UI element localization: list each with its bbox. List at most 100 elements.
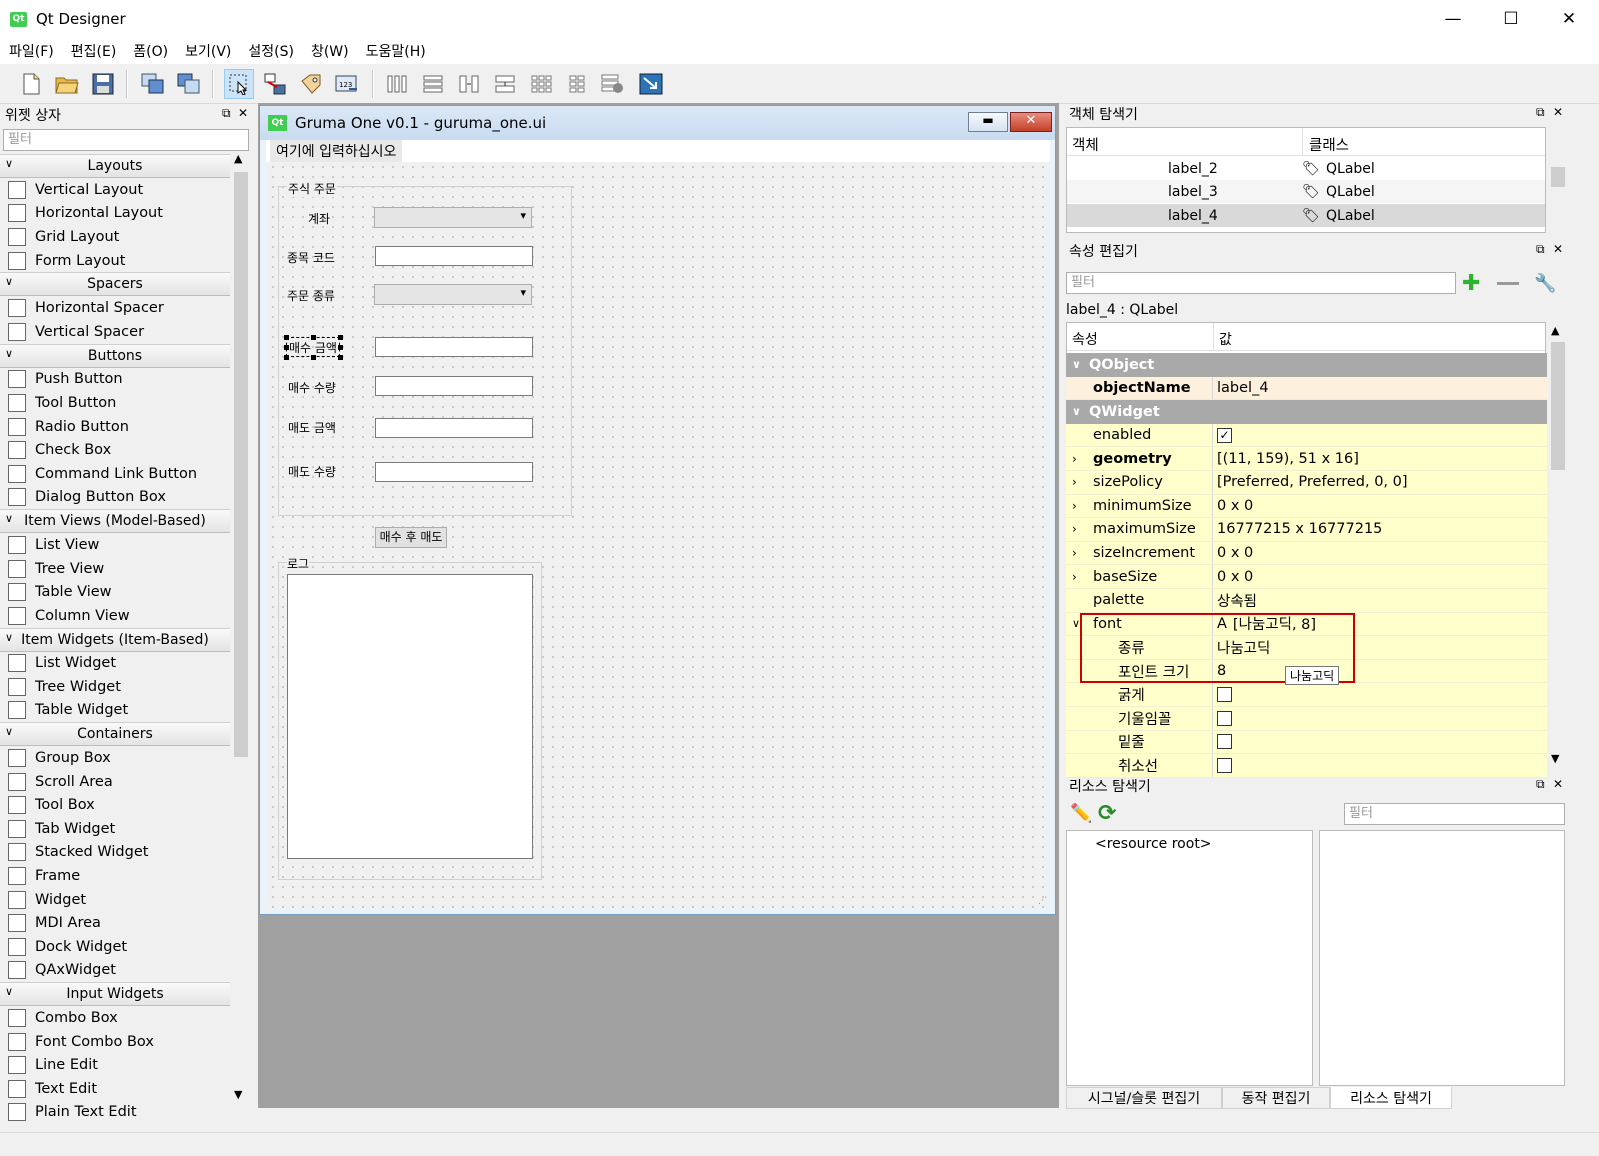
resource-list[interactable]	[1319, 830, 1565, 1086]
menu-settings[interactable]: 설정(S)	[240, 41, 302, 61]
configure-icon[interactable]: 🔧	[1534, 273, 1556, 294]
float-icon[interactable]: ⧉	[1536, 105, 1545, 120]
chevron-right-icon[interactable]: ›	[1072, 499, 1077, 513]
adjust-size-icon[interactable]	[636, 69, 666, 99]
widget-item[interactable]: Widget	[0, 888, 230, 912]
code-input[interactable]	[375, 246, 533, 266]
checkbox[interactable]	[1217, 734, 1232, 750]
object-tree[interactable]: 객체 클래스 label_2 🏷 QLabel label_3 🏷 QLabel lab…	[1066, 127, 1546, 233]
float-icon[interactable]: ⧉	[1536, 777, 1545, 792]
menu-window[interactable]: 창(W)	[303, 41, 357, 61]
selection-handle[interactable]	[338, 335, 343, 340]
edit-buddies-icon[interactable]	[296, 69, 326, 99]
widget-item[interactable]: Column View	[0, 604, 230, 628]
close-icon[interactable]: ✕	[238, 106, 248, 120]
property-row[interactable]: › sizePolicy [Preferred, Preferred, 0, 0]	[1066, 471, 1547, 495]
save-icon[interactable]	[88, 69, 118, 99]
property-row[interactable]: › baseSize 0 x 0	[1066, 565, 1547, 589]
menu-form[interactable]: 폼(O)	[125, 41, 176, 61]
buy-qty-input[interactable]	[375, 376, 533, 396]
widget-item[interactable]: Dock Widget	[0, 935, 230, 959]
edit-signals-slots-icon[interactable]	[260, 69, 290, 99]
chevron-right-icon[interactable]: ›	[1072, 452, 1077, 466]
edit-widgets-icon[interactable]	[224, 69, 254, 99]
widget-item[interactable]: Tool Box	[0, 793, 230, 817]
widget-item[interactable]: Push Button	[0, 368, 230, 392]
remove-property-icon[interactable]	[1497, 282, 1519, 285]
chevron-right-icon[interactable]: ›	[1072, 546, 1077, 560]
widget-box-scrollbar[interactable]: ▲ ▼	[231, 152, 251, 1106]
category-header[interactable]: ∨ Containers	[0, 722, 230, 747]
widget-item[interactable]: Form Layout	[0, 249, 230, 273]
object-tree-scrollbar[interactable]	[1547, 127, 1567, 233]
selection-handle[interactable]	[284, 335, 289, 340]
form-close-button[interactable]: ✕	[1010, 112, 1052, 132]
close-icon[interactable]: ✕	[1553, 242, 1563, 256]
property-row[interactable]: palette 상속됨	[1066, 589, 1547, 613]
log-text-edit[interactable]	[287, 574, 533, 859]
scroll-down-icon[interactable]: ▼	[234, 1088, 242, 1101]
menu-file[interactable]: 파일(F)	[1, 41, 62, 61]
form-canvas[interactable]: 주식 주문 계좌 종목 코드 주문 종류 매수 금액 매수 수량 매도 금액 매…	[268, 162, 1048, 908]
layout-grid-icon[interactable]	[526, 69, 556, 99]
selected-label-4[interactable]: 매수 금액	[284, 335, 343, 360]
col-property[interactable]: 속성	[1072, 329, 1098, 349]
buy-amount-input[interactable]	[375, 337, 533, 357]
col-class[interactable]: 클래스	[1309, 134, 1349, 155]
property-row[interactable]: › sizeIncrement 0 x 0	[1066, 541, 1547, 566]
tree-row[interactable]: label_3 🏷 QLabel	[1067, 180, 1545, 203]
widget-item[interactable]: List View	[0, 533, 230, 557]
widget-item[interactable]: Font Combo Box	[0, 1030, 230, 1054]
property-group[interactable]: ∨ QWidget	[1066, 400, 1547, 424]
selection-handle[interactable]	[311, 335, 316, 340]
category-header[interactable]: ∨ Item Widgets (Item-Based)	[0, 627, 230, 652]
float-icon[interactable]: ⧉	[1536, 242, 1545, 257]
property-row[interactable]: objectName label_4	[1066, 376, 1547, 401]
widget-filter-input[interactable]: 필터	[3, 129, 249, 151]
menu-edit[interactable]: 편집(E)	[63, 41, 125, 61]
widget-item[interactable]: Tab Widget	[0, 817, 230, 841]
checkbox[interactable]: ✓	[1217, 427, 1232, 443]
resource-filter-input[interactable]: 필터	[1344, 803, 1565, 825]
widget-item[interactable]: Frame	[0, 864, 230, 888]
layout-splitter-v-icon[interactable]	[490, 69, 520, 99]
chevron-right-icon[interactable]: ›	[1072, 570, 1077, 584]
widget-item[interactable]: Horizontal Spacer	[0, 296, 230, 320]
category-header[interactable]: ∨ Layouts	[0, 154, 230, 178]
property-row[interactable]: 밑줄	[1066, 730, 1547, 755]
add-dynamic-property-icon[interactable]: ✚	[1462, 271, 1480, 296]
property-row[interactable]: 기울임꼴	[1066, 707, 1547, 731]
form-menu-placeholder[interactable]: 여기에 입력하십시오	[270, 140, 403, 162]
category-header[interactable]: ∨ Item Views (Model-Based)	[0, 509, 230, 534]
property-scrollbar[interactable]: ▲ ▼	[1547, 322, 1567, 770]
size-grip-icon[interactable]: ⋰	[1038, 896, 1047, 906]
sell-amount-input[interactable]	[375, 418, 533, 438]
property-group[interactable]: ∨ QObject	[1066, 353, 1547, 377]
col-value[interactable]: 값	[1219, 329, 1232, 349]
widget-item[interactable]: Line Edit	[0, 1053, 230, 1077]
selection-handle[interactable]	[338, 345, 343, 350]
property-row[interactable]: › geometry [(11, 159), 51 x 16]	[1066, 447, 1547, 471]
widget-item[interactable]: Table View	[0, 580, 230, 604]
widget-item[interactable]: Text Edit	[0, 1077, 230, 1101]
category-header[interactable]: ∨ Spacers	[0, 272, 230, 297]
selection-handle[interactable]	[284, 355, 289, 360]
minimize-button[interactable]: —	[1424, 0, 1482, 38]
close-button[interactable]: ✕	[1540, 0, 1598, 38]
tree-row[interactable]: label_2 🏷 QLabel	[1067, 157, 1545, 180]
widget-item[interactable]: Command Link Button	[0, 462, 230, 486]
chevron-down-icon[interactable]: ∨	[1072, 617, 1080, 630]
widget-item[interactable]: Plain Text Edit	[0, 1101, 230, 1125]
checkbox[interactable]	[1217, 757, 1232, 773]
account-combo[interactable]	[374, 207, 532, 228]
bring-to-front-icon[interactable]	[138, 69, 168, 99]
widget-item[interactable]: List Widget	[0, 652, 230, 676]
col-object[interactable]: 객체	[1072, 134, 1099, 155]
float-icon[interactable]: ⧉	[222, 106, 231, 121]
widget-item[interactable]: Horizontal Layout	[0, 202, 230, 226]
new-file-icon[interactable]	[16, 69, 46, 99]
resource-tree[interactable]: <resource root>	[1066, 830, 1313, 1086]
selection-handle[interactable]	[338, 355, 343, 360]
widget-item[interactable]: Vertical Spacer	[0, 320, 230, 344]
widget-item[interactable]: Tree View	[0, 557, 230, 581]
